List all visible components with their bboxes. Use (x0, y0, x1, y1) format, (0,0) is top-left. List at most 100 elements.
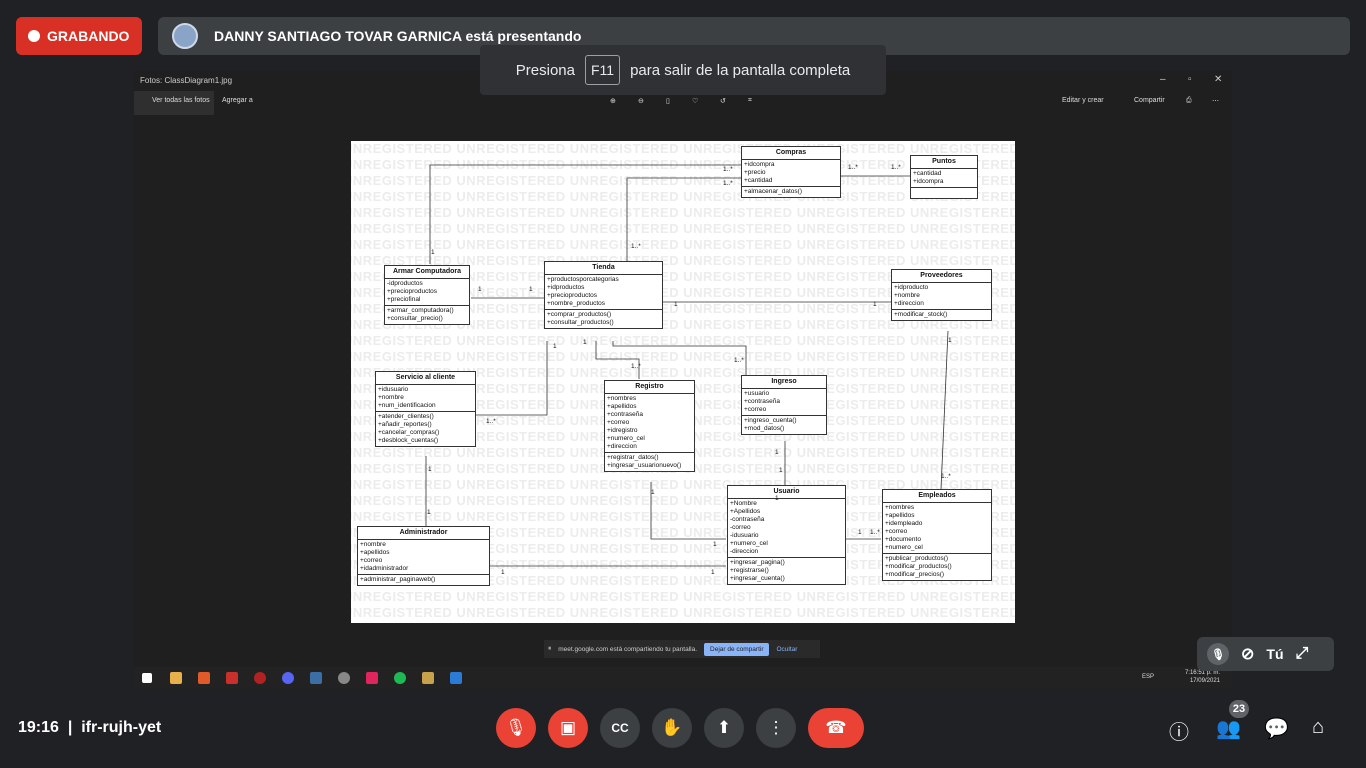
more-options-button[interactable]: ⋮ (756, 708, 796, 748)
uml-member: +num_identificacion (378, 402, 436, 409)
uml-member: +nombre (894, 292, 920, 299)
office-icon[interactable] (198, 672, 210, 684)
uml-section: +comprar_productos() +consultar_productos… (545, 309, 662, 328)
uml-section: +registrar_datos() +ingresar_usuarionuevo… (605, 452, 694, 471)
game-app-icon[interactable] (254, 672, 266, 684)
app-icon[interactable] (226, 672, 238, 684)
spotify-icon[interactable] (394, 672, 406, 684)
leave-call-button[interactable]: ☎ (808, 708, 864, 748)
uml-section: +cantidad +idcompra (911, 169, 977, 187)
multiplicity-label: 1 (478, 286, 482, 293)
launcher-icon[interactable] (366, 672, 378, 684)
zoom-in-icon[interactable]: ⊕ (610, 97, 616, 105)
uml-member: +numero_cel (730, 540, 768, 547)
uml-member: +modificar_productos() (885, 563, 952, 570)
uml-member: +precioproductos (547, 292, 598, 299)
shared-screen: Fotos: ClassDiagram1.jpg – ▫ ✕ Ver todas… (134, 71, 1232, 689)
multiplicity-label: 1 (711, 569, 715, 576)
uml-member: +almacenar_datos() (744, 188, 802, 195)
rotate-icon[interactable]: ↺ (720, 97, 726, 105)
minimize-icon[interactable]: – (1160, 74, 1166, 85)
print-icon[interactable]: ⎙ (1186, 97, 1192, 105)
windows-start-icon[interactable] (142, 673, 152, 683)
uml-class-puntos: Puntos +cantidad +idcompra (910, 155, 978, 199)
uml-member: +numero_cel (607, 435, 645, 442)
delete-icon[interactable]: ▯ (666, 97, 670, 105)
present-icon: ⬆ (716, 718, 732, 737)
maximize-icon[interactable]: ▫ (1188, 74, 1192, 85)
file-explorer-icon[interactable] (170, 672, 182, 684)
uml-section (911, 187, 977, 198)
uml-member: +desblock_cuentas() (378, 437, 439, 444)
uml-member: -idproductos (387, 280, 423, 287)
steam-icon[interactable] (310, 672, 322, 684)
uml-member: +contraseña (607, 411, 643, 418)
uml-member: +correo (360, 557, 383, 564)
people-icon[interactable]: 👥 (1216, 716, 1241, 741)
uml-member: +contraseña (744, 398, 780, 405)
browser-icon[interactable] (338, 672, 350, 684)
multiplicity-label: 1 (501, 569, 505, 576)
uml-section: +idproducto +nombre +direccion (892, 283, 991, 309)
edit-create-button[interactable]: Editar y crear (1062, 97, 1104, 104)
multiplicity-label: 1 (779, 467, 783, 474)
uml-member: +nombre (360, 541, 386, 548)
uml-member: +apellidos (607, 403, 637, 410)
uml-section: +ingresar_pagina() +registrarse() +ingresa… (728, 557, 845, 584)
view-all-photos-button[interactable]: Ver todas las fotos (134, 91, 214, 115)
more-icon[interactable]: ⋯ (1212, 97, 1219, 105)
uml-member: +idcompra (913, 178, 944, 185)
discord-icon[interactable] (282, 672, 294, 684)
uml-member: +modificar_stock() (894, 311, 948, 318)
self-view-tile[interactable]: 🎙 ⊘ Tú ⤢ (1197, 637, 1334, 671)
uml-member: +registrar_datos() (607, 454, 659, 461)
recording-indicator: GRABANDO (16, 17, 142, 55)
uml-member: +ingreso_cuenta() (744, 417, 797, 424)
camera-toggle-button[interactable]: ▣ (548, 708, 588, 748)
activities-icon[interactable]: ⌂ (1312, 716, 1324, 739)
raise-hand-button[interactable]: ✋ (652, 708, 692, 748)
multiplicity-label: 1..* (941, 473, 951, 480)
hide-notice-button[interactable]: Ocultar (776, 646, 797, 653)
chat-icon[interactable]: 💬 (1264, 716, 1289, 741)
multiplicity-label: 1 (858, 529, 862, 536)
captions-button[interactable]: CC (600, 708, 640, 748)
captions-icon: CC (611, 721, 629, 735)
multiplicity-label: 1..* (723, 166, 733, 173)
participant-count-badge: 23 (1229, 700, 1249, 718)
mic-toggle-button[interactable]: 🎙 (496, 708, 536, 748)
uml-class-name: Armar Computadora (385, 266, 469, 279)
present-button[interactable]: ⬆ (704, 708, 744, 748)
uml-member: +Nombre (730, 500, 757, 507)
crop-icon[interactable]: ⌗ (748, 97, 752, 105)
zoom-out-icon[interactable]: ⊖ (638, 97, 644, 105)
uml-member: +precio (744, 169, 766, 176)
language-indicator[interactable]: ESP (1142, 674, 1154, 680)
multiplicity-label: 1..* (631, 243, 641, 250)
uml-section: +Nombre +Apellidos -contraseña -correo -idus… (728, 499, 845, 557)
taskbar-clock[interactable]: 7:16:51 p. m. 17/09/2021 (1185, 669, 1220, 685)
uml-member: +idregistro (607, 427, 638, 434)
uml-class-registro: Registro +nombres +apellidos +contraseña +co… (604, 380, 695, 472)
uml-member: +nombre (378, 394, 404, 401)
uml-member: +correo (885, 528, 908, 535)
multiplicity-label: 1..* (734, 357, 744, 364)
multiplicity-label: 1 (427, 509, 431, 516)
info-icon[interactable]: ⓘ (1169, 716, 1189, 745)
uml-member: +añadir_reportes() (378, 421, 432, 428)
multiplicity-label: 1 (948, 337, 952, 344)
uml-member: +idempleado (885, 520, 923, 527)
stop-sharing-button[interactable]: Dejar de compartir (704, 642, 770, 656)
uml-member: -direccion (730, 548, 759, 555)
share-button[interactable]: Compartir (1134, 97, 1165, 104)
uml-member: +precioproductos (387, 288, 438, 295)
uml-member: +idusuario (378, 386, 409, 393)
photos-app-icon[interactable] (450, 672, 462, 684)
uml-member: -contraseña (730, 516, 765, 523)
close-icon[interactable]: ✕ (1214, 74, 1222, 85)
expand-icon[interactable]: ⤢ (1296, 645, 1309, 663)
league-icon[interactable] (422, 672, 434, 684)
favorite-icon[interactable]: ♡ (692, 97, 698, 105)
uml-member: +idproducto (894, 284, 929, 291)
add-to-button[interactable]: Agregar a (222, 97, 253, 104)
